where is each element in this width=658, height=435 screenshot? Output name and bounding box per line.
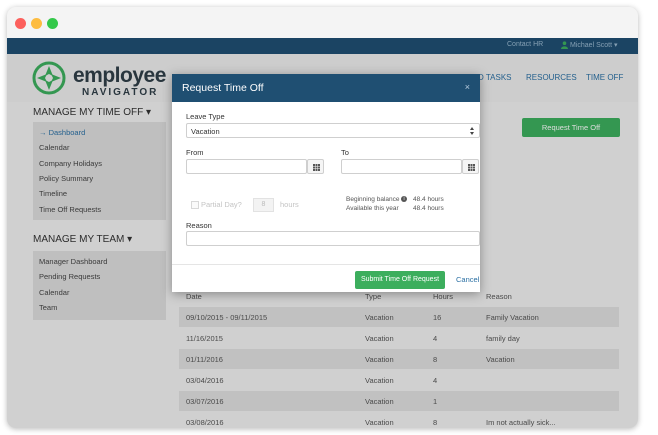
calendar-icon (313, 164, 320, 171)
close-window-button[interactable] (15, 18, 26, 29)
select-arrows-icon (470, 127, 474, 135)
window-titlebar (7, 7, 638, 38)
to-date-input[interactable] (341, 159, 462, 174)
available-label: Available this year (346, 205, 399, 212)
beginning-balance-label: Beginning balance (346, 196, 400, 203)
request-time-off-modal: Request Time Off × Leave Type Vacation F… (172, 74, 480, 292)
from-label: From (186, 148, 204, 157)
partial-day-label: Partial Day? (201, 200, 242, 209)
hours-unit-label: hours (280, 200, 299, 209)
calendar-icon (468, 164, 475, 171)
from-calendar-button[interactable] (307, 159, 324, 174)
info-icon[interactable]: i (401, 196, 407, 202)
partial-day-checkbox[interactable] (191, 201, 199, 209)
to-calendar-button[interactable] (462, 159, 479, 174)
browser-window: Contact HR Michael Scott ▾ employee NAVI… (7, 7, 638, 428)
close-icon[interactable]: × (465, 82, 470, 92)
reason-input[interactable] (186, 231, 480, 246)
to-label: To (341, 148, 349, 157)
cancel-button[interactable]: Cancel (456, 275, 479, 284)
beginning-balance-value: 48.4 hours (413, 196, 444, 203)
from-date-input[interactable] (186, 159, 307, 174)
leave-type-label: Leave Type (186, 112, 225, 121)
modal-divider (172, 264, 480, 265)
submit-time-off-request-button[interactable]: Submit Time Off Request (355, 271, 445, 289)
minimize-window-button[interactable] (31, 18, 42, 29)
available-value: 48.4 hours (413, 205, 444, 212)
modal-header: Request Time Off × (172, 74, 480, 102)
leave-type-select[interactable]: Vacation (186, 123, 480, 138)
modal-title: Request Time Off (182, 82, 264, 94)
maximize-window-button[interactable] (47, 18, 58, 29)
reason-label: Reason (186, 221, 212, 230)
leave-type-value: Vacation (191, 127, 220, 136)
hours-input[interactable]: 8 (253, 198, 274, 212)
